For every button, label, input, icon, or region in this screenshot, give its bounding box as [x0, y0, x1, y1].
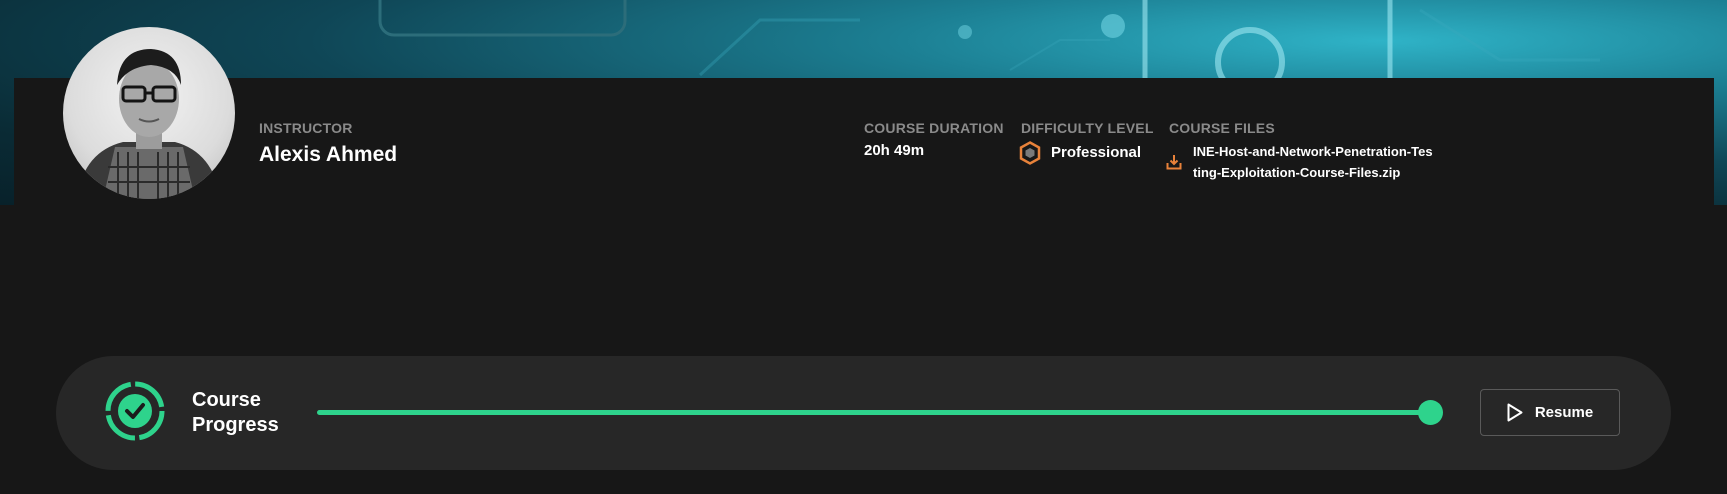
instructor-label: INSTRUCTOR	[259, 120, 353, 136]
difficulty-value: Professional	[1051, 144, 1142, 161]
play-icon	[1507, 403, 1523, 422]
course-progress-title: Course Progress	[192, 389, 279, 436]
course-duration-value: 20h 49m	[864, 142, 925, 159]
progress-fill	[317, 410, 1431, 415]
instructor-avatar	[63, 27, 235, 199]
course-files-link[interactable]: INE-Host-and-Network-Penetration-Testing…	[1193, 141, 1433, 183]
hexagon-icon	[1019, 141, 1041, 165]
resume-button[interactable]: Resume	[1480, 389, 1620, 436]
progress-track	[317, 410, 1431, 415]
progress-slider-thumb[interactable]	[1418, 400, 1443, 425]
resume-button-label: Resume	[1534, 404, 1594, 421]
difficulty-label: DIFFICULTY LEVEL	[1021, 120, 1154, 136]
course-duration-label: COURSE DURATION	[864, 120, 1004, 136]
progress-check-icon	[105, 381, 165, 441]
course-files-label: COURSE FILES	[1169, 120, 1275, 136]
download-icon[interactable]	[1166, 154, 1182, 170]
instructor-name[interactable]: Alexis Ahmed	[259, 143, 397, 167]
